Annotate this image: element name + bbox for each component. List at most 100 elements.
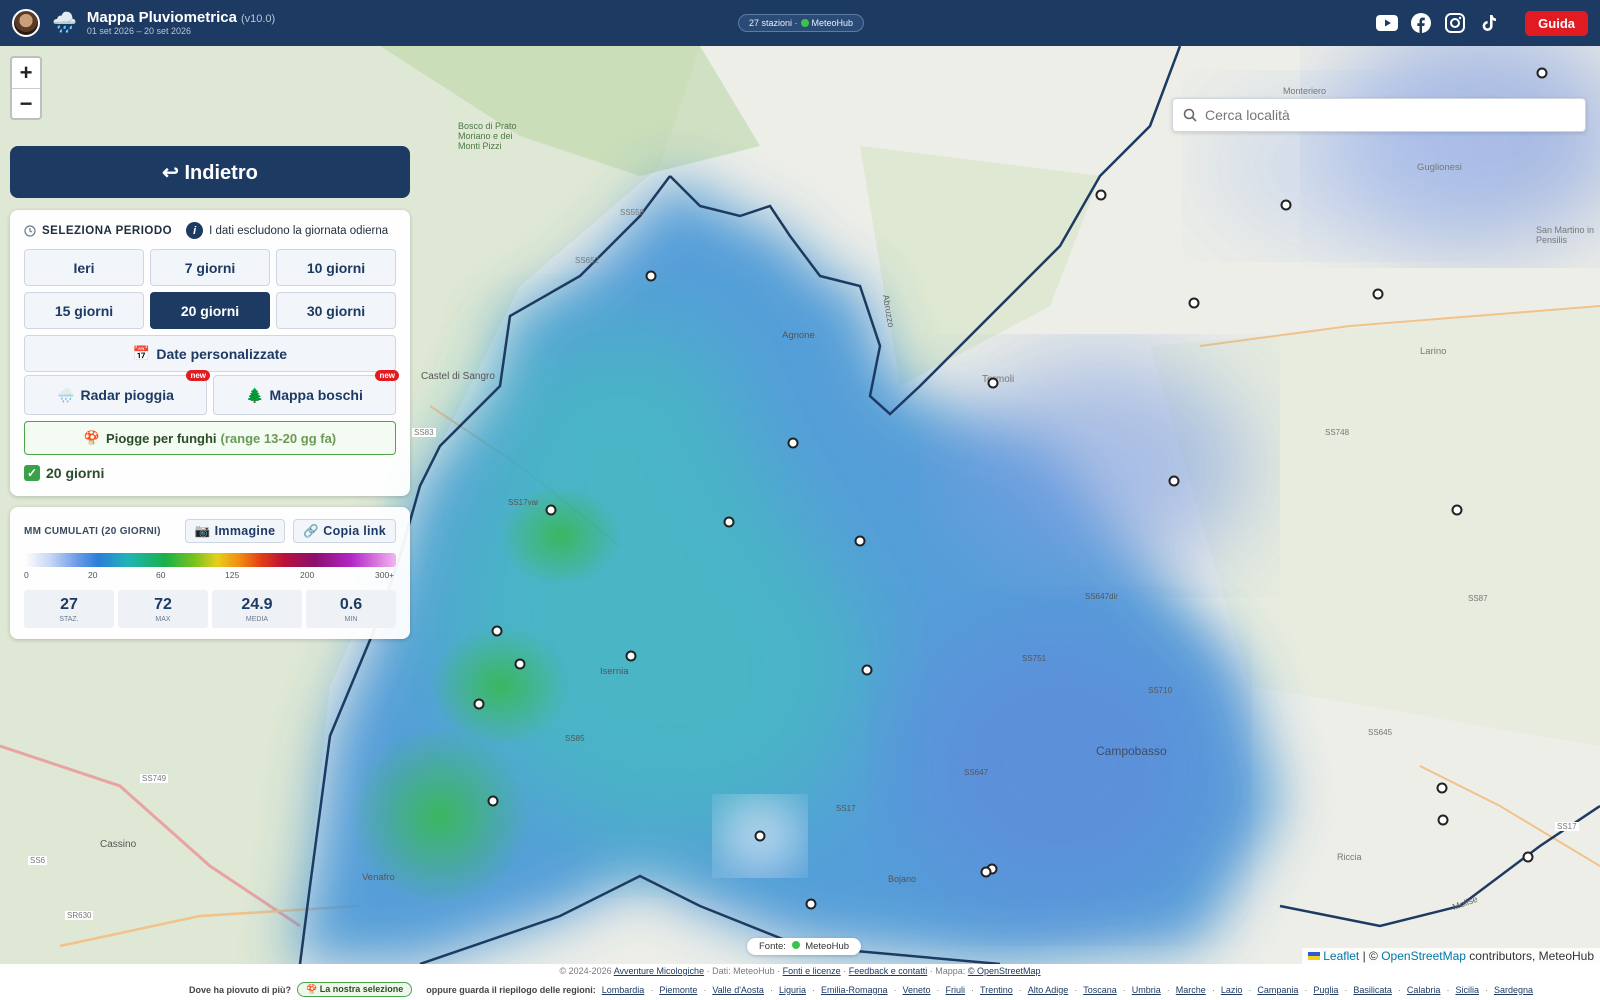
period-header: SELEZIONA PERIODO i I dati escludono la …	[24, 222, 396, 239]
our-selection-button[interactable]: 🍄 La nostra selezione	[297, 982, 413, 997]
road-label: SS85	[565, 734, 585, 743]
region-link[interactable]: Piemonte	[659, 985, 697, 995]
weather-station-marker[interactable]	[491, 625, 503, 637]
region-link[interactable]: Basilicata	[1353, 985, 1392, 995]
road-label: SS83	[412, 428, 436, 437]
search-input[interactable]	[1205, 107, 1565, 123]
weather-station-marker[interactable]	[625, 650, 637, 662]
weather-station-marker[interactable]	[1451, 504, 1463, 516]
road-label: SS558	[620, 208, 645, 217]
custom-dates-button[interactable]: 📅 Date personalizzate	[24, 335, 396, 372]
place-label: Venafro	[362, 872, 395, 883]
location-search[interactable]	[1172, 98, 1586, 132]
weather-station-marker[interactable]	[1536, 67, 1548, 79]
region-link[interactable]: Marche	[1176, 985, 1206, 995]
info-icon[interactable]: i	[186, 222, 204, 239]
green-dot-icon	[800, 19, 809, 27]
mushroom-rain-button[interactable]: 🍄 Piogge per funghi (range 13-20 gg fa)	[24, 421, 396, 455]
period-option-20-giorni[interactable]: 20 giorni	[150, 292, 270, 329]
legend-heading: MM CUMULATI (20 GIORNI)	[24, 525, 161, 537]
instagram-icon[interactable]	[1444, 12, 1466, 34]
forest-map-button[interactable]: 🌲 Mappa boschi new	[213, 370, 399, 415]
osm-footer-link[interactable]: © OpenStreetMap	[968, 966, 1041, 976]
site-link[interactable]: Avventure Micologiche	[614, 966, 704, 976]
weather-station-marker[interactable]	[487, 795, 499, 807]
region-link[interactable]: Sicilia	[1455, 985, 1479, 995]
region-link[interactable]: Valle d'Aosta	[712, 985, 764, 995]
place-label: Isernia	[600, 666, 629, 677]
weather-station-marker[interactable]	[1188, 297, 1200, 309]
weather-station-marker[interactable]	[1372, 288, 1384, 300]
period-option-10-giorni[interactable]: 10 giorni	[276, 249, 396, 286]
sources-link[interactable]: Fonti e licenze	[783, 966, 841, 976]
weather-station-marker[interactable]	[854, 535, 866, 547]
weather-station-marker[interactable]	[1095, 189, 1107, 201]
weather-station-marker[interactable]	[1168, 475, 1180, 487]
ukraine-flag-icon	[1308, 952, 1321, 960]
region-link[interactable]: Trentino	[980, 985, 1013, 995]
weather-station-marker[interactable]	[514, 658, 526, 670]
period-option-ieri[interactable]: Ieri	[24, 249, 144, 286]
copy-link-button[interactable]: 🔗 Copia link	[293, 519, 396, 543]
save-image-button[interactable]: 📷 Immagine	[184, 519, 286, 543]
region-link[interactable]: Veneto	[903, 985, 931, 995]
rain-radar-button[interactable]: 🌧️ Radar pioggia new	[24, 370, 210, 415]
weather-station-marker[interactable]	[987, 377, 999, 389]
place-label: Cassino	[100, 839, 137, 850]
region-link[interactable]: Sardegna	[1494, 985, 1533, 995]
weather-station-marker[interactable]	[754, 830, 766, 842]
region-link[interactable]: Umbria	[1132, 985, 1161, 995]
region-link[interactable]: Puglia	[1313, 985, 1338, 995]
period-option-30-giorni[interactable]: 30 giorni	[276, 292, 396, 329]
leaflet-link[interactable]: Leaflet	[1323, 949, 1359, 963]
region-link[interactable]: Lombardia	[602, 985, 645, 995]
mushroom-icon: 🍄	[306, 984, 318, 994]
scale-tick: 300+	[375, 570, 395, 580]
weather-station-marker[interactable]	[473, 698, 485, 710]
weather-station-marker[interactable]	[805, 898, 817, 910]
weather-station-marker[interactable]	[645, 270, 657, 282]
feedback-link[interactable]: Feedback e contatti	[849, 966, 928, 976]
back-button[interactable]: ↩ Indietro	[10, 146, 410, 198]
region-link[interactable]: Friuli	[946, 985, 966, 995]
openstreetmap-link[interactable]: OpenStreetMap	[1381, 949, 1466, 963]
date-range: 01 set 2026 – 20 set 2026	[86, 25, 191, 36]
road-label: SS647dir	[1085, 592, 1118, 601]
youtube-icon[interactable]	[1376, 12, 1398, 34]
avatar[interactable]	[12, 9, 40, 37]
scale-tick: 20	[88, 570, 98, 580]
stat-mean: 24.9 MEDIA	[212, 590, 302, 628]
road-label: SS748	[1325, 428, 1350, 437]
region-link[interactable]: Calabria	[1407, 985, 1441, 995]
region-link[interactable]: Alto Adige	[1028, 985, 1069, 995]
scale-tick: 200	[300, 570, 315, 580]
weather-station-marker[interactable]	[861, 664, 873, 676]
guide-button[interactable]: Guida	[1525, 11, 1588, 36]
title-block: Mappa Pluviometrica (v10.0) 01 set 2026 –…	[87, 9, 275, 36]
region-link[interactable]: Campania	[1257, 985, 1298, 995]
region-link[interactable]: Emilia-Romagna	[821, 985, 888, 995]
region-link[interactable]: Toscana	[1083, 985, 1117, 995]
weather-station-marker[interactable]	[980, 866, 992, 878]
weather-station-marker[interactable]	[723, 516, 735, 528]
weather-station-marker[interactable]	[1280, 199, 1292, 211]
legend-header: MM CUMULATI (20 GIORNI) 📷 Immagine 🔗 Cop…	[24, 519, 396, 543]
zoom-in-button[interactable]: +	[12, 58, 40, 88]
weather-station-marker[interactable]	[545, 504, 557, 516]
version-label: (v10.0)	[240, 13, 276, 26]
period-option-7-giorni[interactable]: 7 giorni	[150, 249, 270, 286]
weather-station-marker[interactable]	[1436, 782, 1448, 794]
weather-station-marker[interactable]	[1437, 814, 1449, 826]
facebook-icon[interactable]	[1410, 12, 1432, 34]
zoom-out-button[interactable]: −	[12, 88, 40, 118]
weather-station-marker[interactable]	[787, 437, 799, 449]
tiktok-icon[interactable]	[1478, 12, 1500, 34]
weather-station-marker[interactable]	[1522, 851, 1534, 863]
region-link[interactable]: Liguria	[779, 985, 806, 995]
period-option-15-giorni[interactable]: 15 giorni	[24, 292, 144, 329]
region-link[interactable]: Lazio	[1221, 985, 1243, 995]
new-badge: new	[186, 370, 210, 381]
rain-cloud-icon: 🌧️	[52, 12, 77, 34]
scale-tick: 60	[156, 570, 166, 580]
link-icon: 🔗	[303, 523, 320, 538]
